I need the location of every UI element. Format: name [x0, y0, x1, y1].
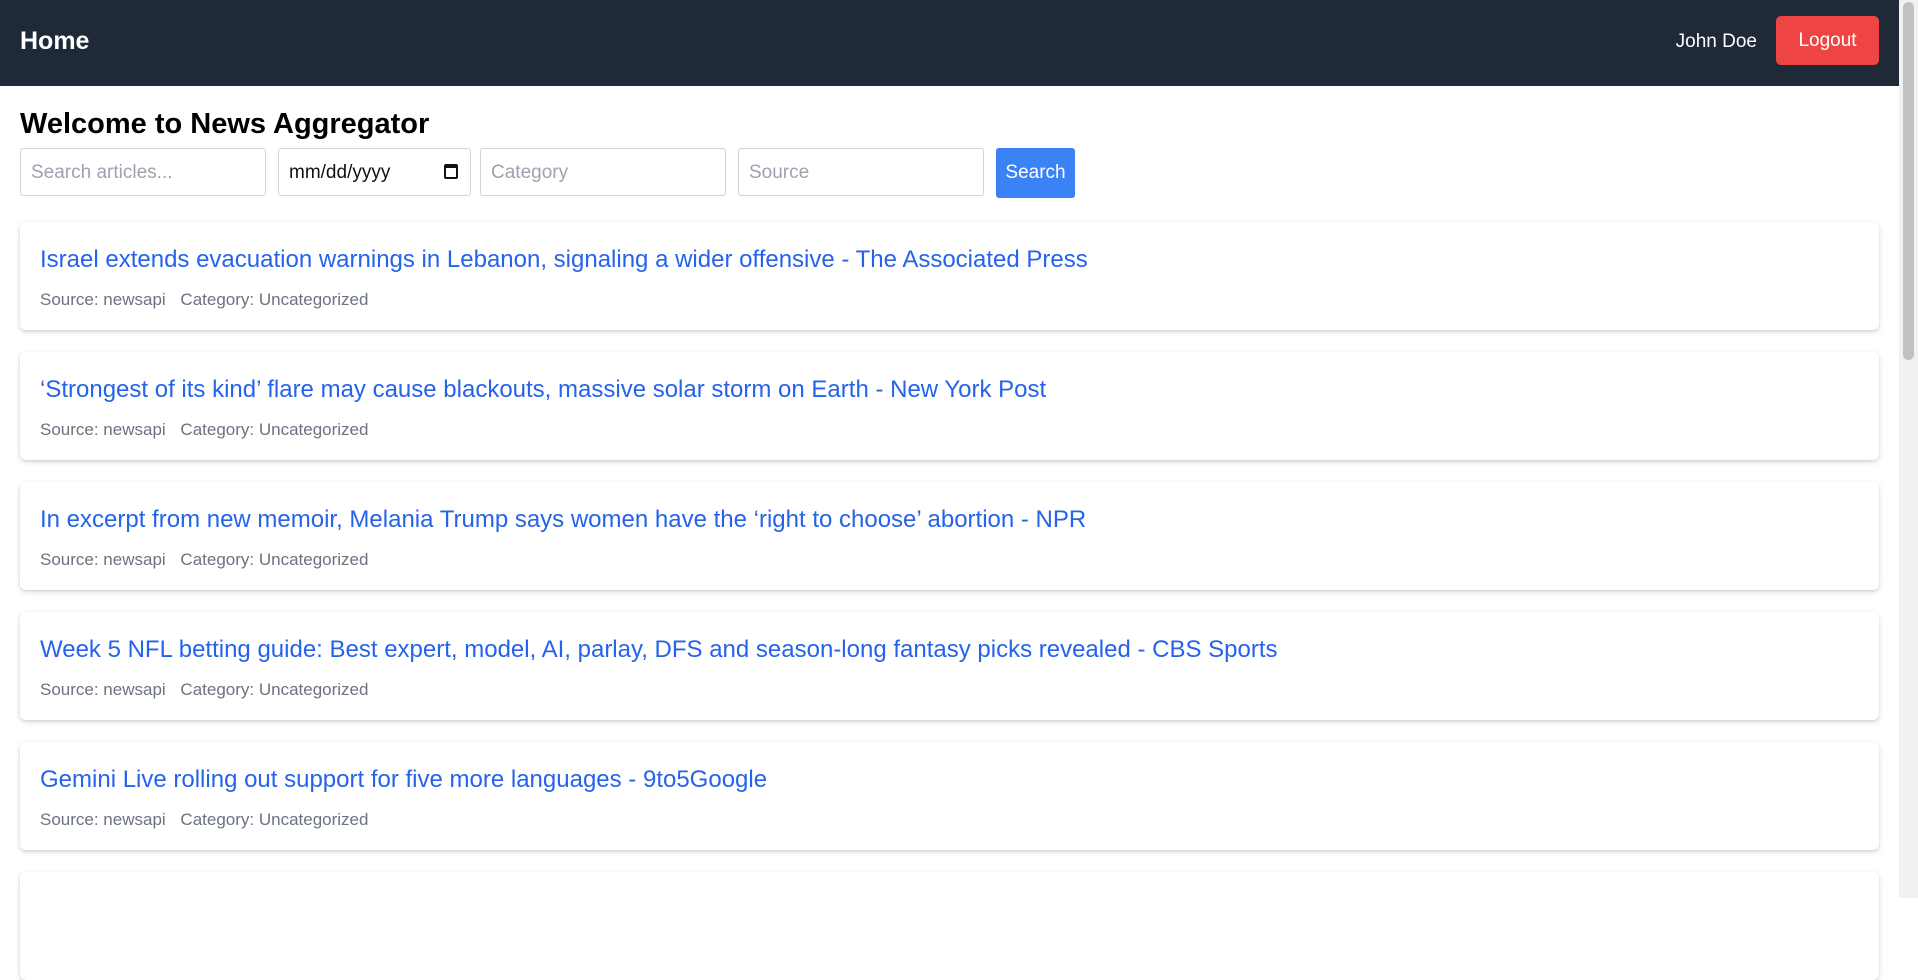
- calendar-icon[interactable]: [444, 164, 458, 179]
- source-input[interactable]: Source: [738, 148, 984, 196]
- article-meta: Source: newsapi Category: Uncategorized: [40, 290, 368, 310]
- date-input-placeholder: mm/dd/yyyy: [289, 162, 391, 183]
- article-meta: Source: newsapi Category: Uncategorized: [40, 420, 368, 440]
- article-title-link[interactable]: In excerpt from new memoir, Melania Trum…: [40, 506, 1086, 534]
- article-title-link[interactable]: ‘Strongest of its kind’ flare may cause …: [40, 376, 1046, 404]
- article-card: In excerpt from new memoir, Melania Trum…: [20, 482, 1879, 590]
- article-title-link[interactable]: Week 5 NFL betting guide: Best expert, m…: [40, 636, 1278, 664]
- article-meta: Source: newsapi Category: Uncategorized: [40, 680, 368, 700]
- article-source: Source: newsapi: [40, 420, 166, 439]
- article-card: Week 5 NFL betting guide: Best expert, m…: [20, 612, 1879, 720]
- article-meta: Source: newsapi Category: Uncategorized: [40, 550, 368, 570]
- search-input[interactable]: Search articles...: [20, 148, 266, 196]
- article-meta: Source: newsapi Category: Uncategorized: [40, 810, 368, 830]
- date-input[interactable]: mm/dd/yyyy: [278, 148, 471, 196]
- article-category: Category: Uncategorized: [180, 680, 369, 699]
- article-source: Source: newsapi: [40, 550, 166, 569]
- search-button[interactable]: Search: [996, 148, 1075, 198]
- logout-button[interactable]: Logout: [1776, 16, 1879, 65]
- vertical-scrollbar[interactable]: [1899, 0, 1918, 898]
- article-card: ‘Strongest of its kind’ flare may cause …: [20, 352, 1879, 460]
- article-category: Category: Uncategorized: [180, 550, 369, 569]
- article-source: Source: newsapi: [40, 810, 166, 829]
- top-navbar: Home John Doe Logout: [0, 0, 1899, 86]
- page-title: Welcome to News Aggregator: [20, 108, 430, 140]
- article-category: Category: Uncategorized: [180, 420, 369, 439]
- scrollbar-thumb[interactable]: [1903, 2, 1914, 360]
- article-source: Source: newsapi: [40, 290, 166, 309]
- article-card-partial: [20, 872, 1879, 980]
- article-card: Gemini Live rolling out support for five…: [20, 742, 1879, 850]
- home-link[interactable]: Home: [20, 27, 89, 56]
- article-category: Category: Uncategorized: [180, 290, 369, 309]
- article-card: Israel extends evacuation warnings in Le…: [20, 222, 1879, 330]
- article-title-link[interactable]: Israel extends evacuation warnings in Le…: [40, 246, 1088, 274]
- user-name: John Doe: [1675, 31, 1757, 52]
- article-category: Category: Uncategorized: [180, 810, 369, 829]
- category-input[interactable]: Category: [480, 148, 726, 196]
- article-source: Source: newsapi: [40, 680, 166, 699]
- article-title-link[interactable]: Gemini Live rolling out support for five…: [40, 766, 767, 794]
